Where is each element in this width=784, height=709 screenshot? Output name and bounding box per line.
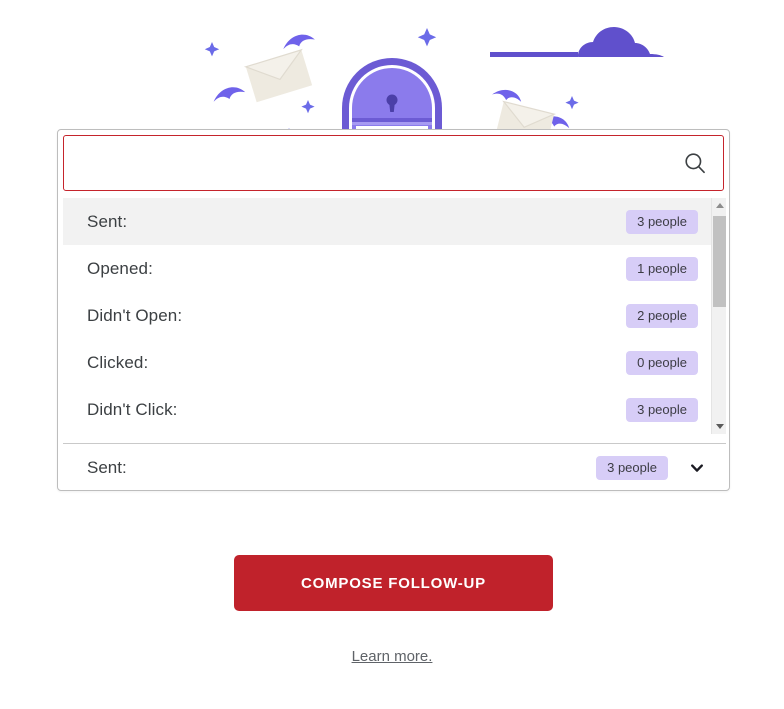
follow-up-panel: Sent: 3 people Opened: 1 people Didn't Open:…	[0, 0, 784, 709]
mailbox-icon	[342, 58, 442, 140]
cloud-icon	[490, 27, 664, 57]
result-row[interactable]: Clicked: 0 people	[63, 339, 711, 386]
result-row-label: Didn't Click:	[87, 399, 178, 419]
result-row[interactable]: Opened: 1 people	[63, 245, 711, 292]
sparkle-icon	[565, 96, 579, 110]
result-row-badge: 1 people	[626, 256, 698, 281]
sparkle-icon	[417, 28, 437, 47]
sparkle-icon	[204, 42, 220, 57]
scroll-down-arrow-icon[interactable]	[712, 419, 727, 434]
selected-segment-row[interactable]: Sent: 3 people	[63, 443, 726, 490]
chevron-down-icon	[691, 463, 703, 472]
sparkle-icon	[301, 100, 315, 114]
learn-more-link[interactable]: Learn more.	[352, 648, 433, 665]
recipient-filter-card: Sent: 3 people Opened: 1 people Didn't Open:…	[57, 129, 730, 491]
result-row-label: Clicked:	[87, 352, 149, 372]
compose-follow-up-button[interactable]: COMPOSE FOLLOW-UP	[234, 555, 553, 611]
result-row-label: Didn't Open:	[87, 305, 183, 325]
mailbox-illustration	[0, 0, 784, 140]
result-row[interactable]: Didn't Click: 3 people	[63, 386, 711, 433]
results-scrollbar[interactable]	[711, 198, 726, 434]
result-row[interactable]: Didn't Open: 2 people	[63, 292, 711, 339]
result-row-badge: 0 people	[626, 350, 698, 375]
search-button[interactable]	[667, 136, 723, 190]
result-row-label: Opened:	[87, 258, 153, 278]
search-icon	[685, 153, 705, 174]
learn-more-container: Learn more.	[0, 648, 784, 666]
result-row-badge: 2 people	[626, 303, 698, 328]
scroll-up-arrow-icon[interactable]	[712, 198, 727, 213]
scrollbar-thumb[interactable]	[713, 216, 726, 307]
selected-segment-badge: 3 people	[596, 455, 668, 480]
result-row-label: Sent:	[87, 211, 128, 231]
result-row-badge: 3 people	[626, 209, 698, 234]
selected-segment-label: Sent:	[87, 457, 127, 477]
result-row[interactable]: Sent: 3 people	[63, 198, 711, 245]
expand-segment-button[interactable]	[680, 451, 714, 485]
search-input[interactable]	[64, 136, 667, 190]
search-field-wrapper[interactable]	[63, 135, 724, 191]
result-row-badge: 3 people	[626, 397, 698, 422]
